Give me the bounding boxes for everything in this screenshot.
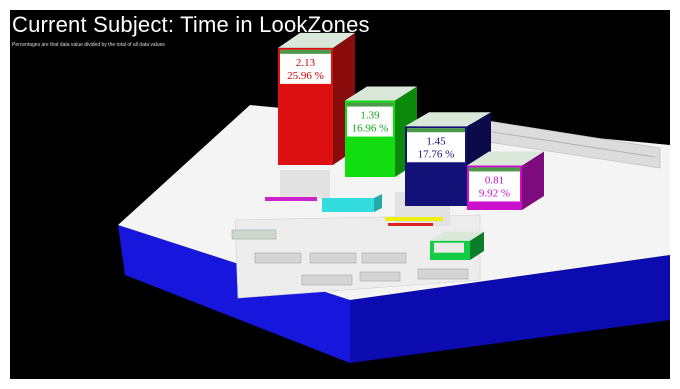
bar-percent-label: 25.96 % <box>287 70 324 82</box>
bar-4: 0.819.92 % <box>467 151 544 210</box>
bar-value-label: 1.45 <box>426 135 446 147</box>
bar-label-strip <box>280 49 331 54</box>
chart-frame: 2.13 25.96 % 1.39 16.96 % 1.45 17.76 % 0.81 9.9… <box>10 10 670 379</box>
page-subtitle: Percentages are that data value divided … <box>12 42 165 48</box>
page-accent-bar <box>385 217 443 221</box>
chart-3d-scene: 2.1325.96 % 1.3916.96 % 1.4517.76 % 0.819.9… <box>118 32 670 363</box>
page-button <box>231 229 277 240</box>
bar-label-strip <box>469 167 520 172</box>
bar-thumbnail <box>434 242 464 253</box>
bar-value-label: 2.13 <box>296 57 316 69</box>
bar-percent-label: 17.76 % <box>418 148 455 160</box>
page-accent-bar <box>265 197 317 201</box>
page-button <box>309 252 357 264</box>
page-button <box>301 274 353 286</box>
page-button <box>417 268 469 280</box>
page-text-block <box>280 170 330 198</box>
bar-1: 2.1325.96 % <box>278 32 355 165</box>
page-button <box>359 271 401 282</box>
page-button <box>361 252 407 264</box>
bar-label-strip <box>407 128 465 133</box>
cyan-box-front <box>322 198 374 212</box>
page-button <box>254 252 302 264</box>
bar-label-strip <box>347 102 393 107</box>
bar-value-label: 0.81 <box>485 174 504 186</box>
bar-5 <box>430 231 484 260</box>
bar-percent-label: 16.96 % <box>352 123 389 135</box>
page-accent-bar <box>388 223 433 226</box>
page-title: Current Subject: Time in LookZones <box>12 12 370 37</box>
bar-value-label: 1.39 <box>360 110 380 122</box>
bar-percent-label: 9.92 % <box>479 187 510 199</box>
